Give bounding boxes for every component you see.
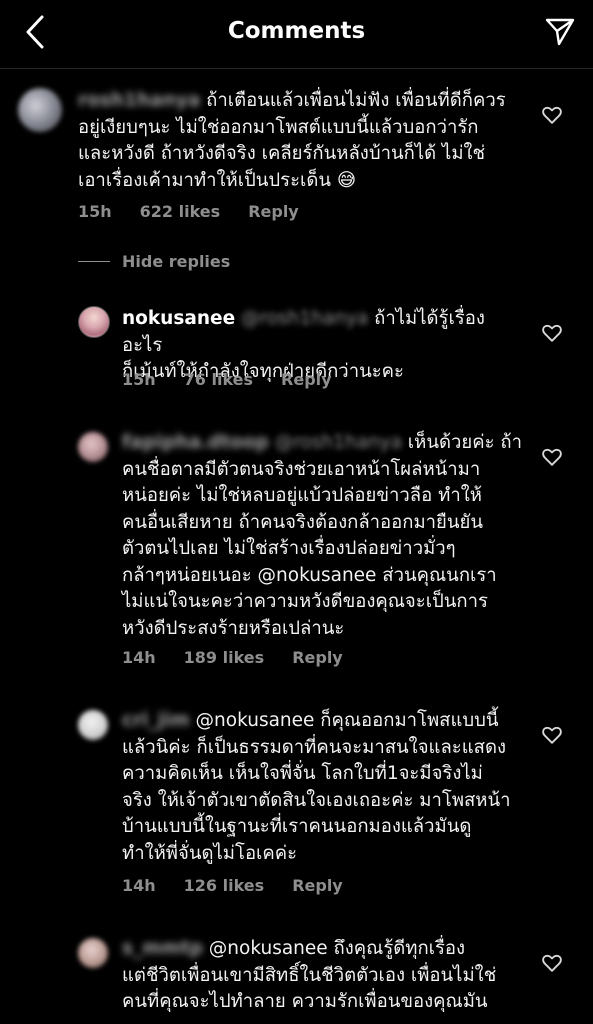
avatar[interactable] xyxy=(18,88,62,132)
heart-outline-icon[interactable] xyxy=(541,322,563,344)
comment-text: @nokusanee ก็คุณออกมาโพสแบบนี้ แล้วนิค่ะ… xyxy=(122,710,511,864)
comment-username[interactable]: fapipha.dtoop xyxy=(122,432,269,453)
reply-button[interactable]: Reply xyxy=(281,370,332,389)
reply-button[interactable]: Reply xyxy=(248,202,299,221)
heart-outline-icon[interactable] xyxy=(541,724,563,746)
comment-likes[interactable]: 622 likes xyxy=(140,202,221,221)
comment-time: 14h xyxy=(122,648,156,667)
mention-link[interactable]: @rosh1hanya xyxy=(241,308,368,329)
comment-likes[interactable]: 76 likes xyxy=(184,370,253,389)
comment-time: 14h xyxy=(122,876,156,895)
comment-username[interactable]: nokusanee xyxy=(122,308,235,329)
page-title: Comments xyxy=(227,18,366,44)
comment-text: เห็นด้วยค่ะ ถ้า คนชื่อตาลมีตัวตนจริงช่วย… xyxy=(122,432,522,639)
comment-time: 15h xyxy=(78,202,112,221)
comment-meta: 15h 76 likes Reply xyxy=(122,370,332,389)
hide-replies-label: Hide replies xyxy=(122,252,231,271)
paper-plane-icon xyxy=(545,17,575,51)
comment-meta: 14h 126 likes Reply xyxy=(122,876,343,895)
avatar[interactable] xyxy=(78,432,108,462)
share-button[interactable] xyxy=(543,16,577,52)
reply-button[interactable]: Reply xyxy=(292,876,343,895)
comment-body: rosh1hanya ถ้าเตือนแล้วเพื่อนไม่ฟัง เพื่… xyxy=(78,88,518,194)
comment-body: s_mmtp @nokusanee ถึงคุณรู้ดีทุกเรื่อง แ… xyxy=(122,936,532,1016)
avatar[interactable] xyxy=(78,710,108,740)
comment-likes[interactable]: 126 likes xyxy=(184,876,265,895)
reply-item: nokusanee @rosh1hanya ถ้าไม่ได้รู้เรื่อง… xyxy=(0,300,593,410)
reply-item: cri_jim @nokusanee ก็คุณออกมาโพสแบบนี้ แ… xyxy=(0,706,593,906)
reply-item: fapipha.dtoop @rosh1hanya เห็นด้วยค่ะ ถ้… xyxy=(0,428,593,678)
hide-replies-button[interactable]: Hide replies xyxy=(78,252,230,271)
comment-body: cri_jim @nokusanee ก็คุณออกมาโพสแบบนี้ แ… xyxy=(122,708,532,867)
comment-time: 15h xyxy=(122,370,156,389)
comment-username[interactable]: cri_jim xyxy=(122,710,190,731)
mention-link[interactable]: @rosh1hanya xyxy=(275,432,402,453)
avatar[interactable] xyxy=(78,938,108,968)
avatar[interactable] xyxy=(78,306,110,338)
comment-item: rosh1hanya ถ้าเตือนแล้วเพื่อนไม่ฟัง เพื่… xyxy=(0,80,593,240)
reply-button[interactable]: Reply xyxy=(292,648,343,667)
reply-item: s_mmtp @nokusanee ถึงคุณรู้ดีทุกเรื่อง แ… xyxy=(0,934,593,1024)
comment-likes[interactable]: 189 likes xyxy=(184,648,265,667)
comment-username[interactable]: s_mmtp xyxy=(122,938,203,959)
divider-line xyxy=(78,261,110,262)
heart-outline-icon[interactable] xyxy=(541,952,563,974)
comment-username[interactable]: rosh1hanya xyxy=(78,90,200,111)
heart-outline-icon[interactable] xyxy=(541,446,563,468)
comment-body: fapipha.dtoop @rosh1hanya เห็นด้วยค่ะ ถ้… xyxy=(122,430,532,642)
comment-meta: 15h 622 likes Reply xyxy=(78,202,299,221)
header-bar: Comments xyxy=(0,0,593,69)
heart-outline-icon[interactable] xyxy=(541,104,563,126)
comment-meta: 14h 189 likes Reply xyxy=(122,648,343,667)
